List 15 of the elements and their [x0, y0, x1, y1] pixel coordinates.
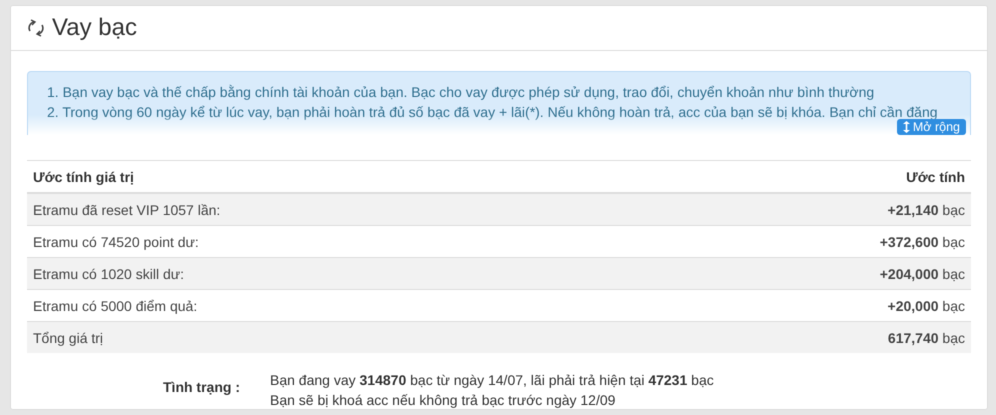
status-text: Bạn đang vay 314870 bạc từ ngày 14/07, lãi phải trả hiện tại 47231 bạc: [270, 371, 714, 390]
panel-title: Vay bạc: [52, 14, 137, 42]
table-cell: Etramu có 1020 skill dư:: [27, 258, 662, 290]
notice-text: 2. Trong vòng 60 ngày kể từ lúc vay, bạn phải hoàn trả đủ số bạc đã vay + lãi(*). Nếu không hoàn trả, acc của bạn sẽ bị khóa. Bạn chỉ cần đăng: [47, 103, 939, 122]
table-cell: Tổng giá trị: [27, 322, 662, 353]
table-cell: +204,000 bạc: [661, 258, 971, 290]
status-text: Bạn sẽ bị khoá acc nếu không trả bạc trước ngày 12/09: [270, 391, 616, 409]
table-cell: Etramu đã reset VIP 1057 lần:: [27, 193, 662, 226]
table-cell: 617,740 bạc: [661, 322, 971, 353]
status-label: Tình trạng :: [162, 378, 240, 397]
refresh-icon: [26, 19, 46, 37]
table-cell: +21,140 bạc: [661, 193, 971, 226]
expand-button[interactable]: Mở rộng: [896, 119, 966, 135]
notice-text: 1. Bạn vay bạc và thế chấp bằng chính tài khoản của bạn. Bạc cho vay được phép sử dụng, trao đổi, chuyển khoản như bình thường: [47, 83, 876, 102]
expand-icon: [902, 121, 910, 133]
